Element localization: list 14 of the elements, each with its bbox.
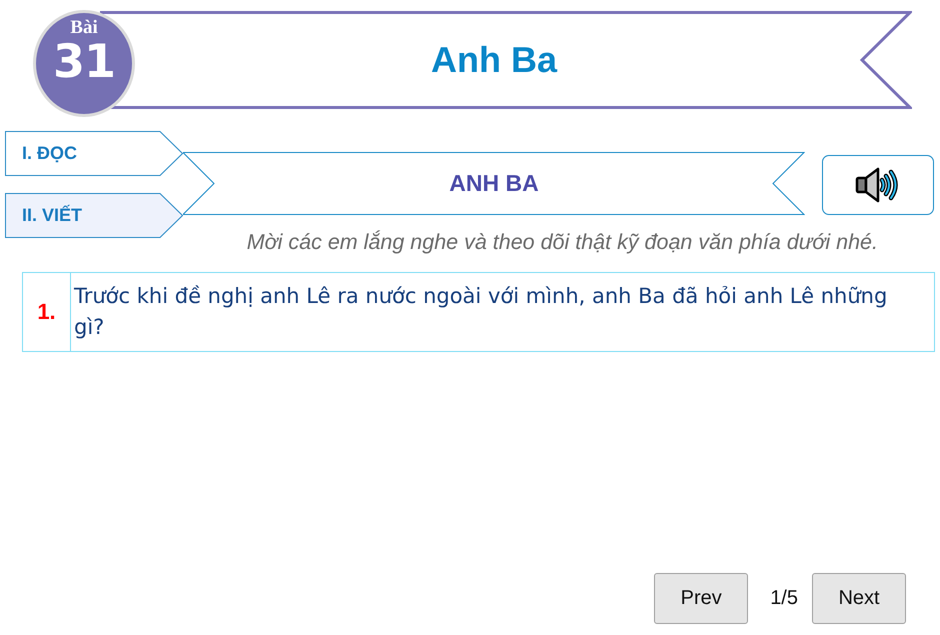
instruction-text: Mời các em lắng nghe và theo dõi thật kỹ đoạn văn phía dưới nhé. (246, 230, 878, 254)
prev-button[interactable]: Prev (654, 573, 748, 624)
section-tab[interactable]: II. VIẾT (5, 193, 183, 238)
lesson-number: 31 (52, 38, 115, 84)
section-tab[interactable]: I. ĐỌC (5, 131, 183, 176)
lesson-label: Bài (70, 18, 98, 38)
page-indicator: 1/5 (770, 587, 798, 610)
next-button[interactable]: Next (812, 573, 906, 624)
lesson-title: Anh Ba (431, 40, 557, 80)
question-text: Trước khi đề nghị anh Lê ra nước ngoài với mình, anh Ba đã hỏi anh Lê những gì? (74, 284, 888, 339)
reading-title: ANH BA (449, 170, 539, 197)
question-number: 1. (37, 299, 56, 325)
speaker-icon (855, 165, 901, 205)
audio-button[interactable] (822, 155, 934, 215)
